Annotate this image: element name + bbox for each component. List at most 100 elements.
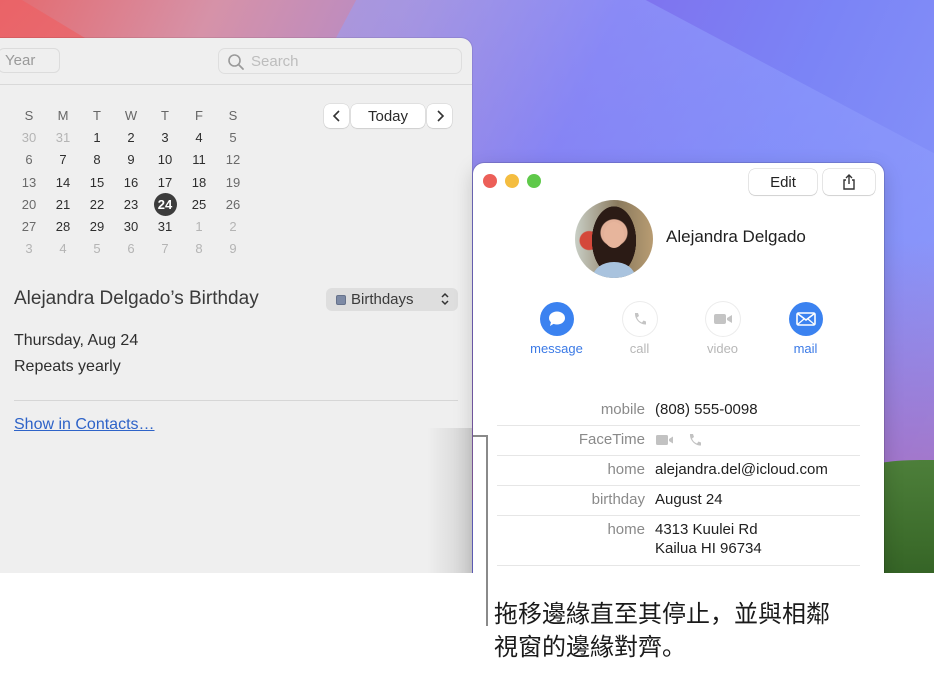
- weekday-header: F: [195, 107, 203, 123]
- day-number: 4: [195, 129, 203, 145]
- callout-line-vertical: [486, 435, 488, 626]
- calendar-name: Birthdays: [351, 291, 414, 308]
- edit-button[interactable]: Edit: [749, 169, 817, 195]
- event-repeat: Repeats yearly: [14, 358, 121, 375]
- today-button[interactable]: Today: [351, 104, 425, 128]
- day-cell-selected[interactable]: 24: [148, 192, 182, 216]
- desktop-wallpaper: Year Search SMTWTFS 30 31 1 2 3 4 5 6 7 8 9 10 11 12 1…: [0, 0, 934, 573]
- day-cell[interactable]: 2: [216, 219, 250, 234]
- day-cell[interactable]: 7: [46, 152, 80, 167]
- day-cell[interactable]: 14: [46, 175, 80, 190]
- call-action[interactable]: call: [598, 302, 681, 356]
- day-number: 14: [55, 174, 71, 190]
- day-cell[interactable]: 27: [12, 219, 46, 234]
- previous-button[interactable]: [324, 104, 349, 128]
- day-number: 24: [153, 192, 177, 216]
- day-cell[interactable]: 18: [182, 175, 216, 190]
- day-cell[interactable]: 21: [46, 197, 80, 212]
- day-cell[interactable]: 6: [114, 241, 148, 256]
- weekday-header: S: [228, 107, 238, 123]
- weekday-header: T: [161, 107, 169, 123]
- day-cell[interactable]: 23: [114, 197, 148, 212]
- field-value[interactable]: alejandra.del@icloud.com: [655, 460, 828, 479]
- calendar-popup-button[interactable]: Birthdays: [326, 288, 458, 311]
- day-cell[interactable]: 7: [148, 241, 182, 256]
- day-cell[interactable]: 1: [182, 219, 216, 234]
- phone-icon: [634, 313, 646, 325]
- day-cell[interactable]: 8: [80, 152, 114, 167]
- day-cell[interactable]: 30: [114, 219, 148, 234]
- day-cell[interactable]: 2: [114, 130, 148, 145]
- day-cell[interactable]: 6: [12, 152, 46, 167]
- day-cell[interactable]: 4: [182, 130, 216, 145]
- facetime-audio-icon[interactable]: [687, 432, 703, 448]
- facetime-video-icon[interactable]: [655, 433, 675, 447]
- field-value[interactable]: (808) 555-0098: [655, 400, 758, 419]
- day-cell[interactable]: 3: [12, 241, 46, 256]
- day-cell[interactable]: 15: [80, 175, 114, 190]
- day-cell[interactable]: 5: [80, 241, 114, 256]
- day-cell[interactable]: 9: [216, 241, 250, 256]
- week-row: 30 31 1 2 3 4 5: [12, 126, 250, 148]
- weekday-header: S: [24, 107, 34, 123]
- day-cell[interactable]: 4: [46, 241, 80, 256]
- day-cell[interactable]: 22: [80, 197, 114, 212]
- close-button[interactable]: [483, 174, 497, 188]
- day-cell[interactable]: 31: [46, 130, 80, 145]
- day-number: 8: [93, 152, 101, 168]
- day-number: 20: [21, 196, 37, 212]
- share-button[interactable]: [823, 169, 875, 195]
- day-cell[interactable]: 9: [114, 152, 148, 167]
- day-number: 18: [191, 174, 207, 190]
- day-cell[interactable]: 12: [216, 152, 250, 167]
- day-cell[interactable]: 26: [216, 197, 250, 212]
- next-button[interactable]: [427, 104, 452, 128]
- day-number: 5: [93, 241, 101, 257]
- day-cell[interactable]: 30: [12, 130, 46, 145]
- day-cell[interactable]: 28: [46, 219, 80, 234]
- avatar-shoulders: [593, 262, 635, 278]
- day-cell[interactable]: 19: [216, 175, 250, 190]
- search-field[interactable]: Search: [218, 48, 462, 74]
- day-cell[interactable]: 16: [114, 175, 148, 190]
- day-cell[interactable]: 31: [148, 219, 182, 234]
- day-cell[interactable]: 8: [182, 241, 216, 256]
- day-number: 28: [55, 219, 71, 235]
- week-row: 13 14 15 16 17 18 19: [12, 171, 250, 193]
- mail-action[interactable]: mail: [764, 302, 847, 356]
- action-label: message: [530, 341, 583, 356]
- minimize-button[interactable]: [505, 174, 519, 188]
- day-cell[interactable]: 13: [12, 175, 46, 190]
- show-in-contacts-link[interactable]: Show in Contacts…: [14, 416, 155, 434]
- day-cell[interactable]: 10: [148, 152, 182, 167]
- day-number: 3: [161, 129, 169, 145]
- day-cell[interactable]: 5: [216, 130, 250, 145]
- day-cell[interactable]: 11: [182, 152, 216, 167]
- video-action[interactable]: video: [681, 302, 764, 356]
- action-label: call: [629, 341, 650, 356]
- day-cell[interactable]: 17: [148, 175, 182, 190]
- field-value: August 24: [655, 491, 723, 508]
- day-cell[interactable]: 20: [12, 197, 46, 212]
- day-cell[interactable]: 1: [80, 130, 114, 145]
- day-cell[interactable]: 25: [182, 197, 216, 212]
- divider: [14, 400, 458, 401]
- zoom-button[interactable]: [527, 174, 541, 188]
- day-cell[interactable]: 29: [80, 219, 114, 234]
- day-cell[interactable]: 3: [148, 130, 182, 145]
- day-number: 12: [225, 152, 241, 168]
- mail-icon: [795, 312, 816, 326]
- day-number: 1: [93, 129, 101, 145]
- day-number: 6: [25, 152, 33, 168]
- day-number: 6: [127, 241, 135, 257]
- view-year-button[interactable]: Year: [0, 48, 60, 73]
- contact-name: Alejandra Delgado: [666, 227, 806, 246]
- search-icon: [228, 54, 244, 70]
- event-title: Alejandra Delgado’s Birthday: [14, 288, 259, 309]
- weekday-header-row: SMTWTFS: [12, 104, 250, 126]
- day-number: 30: [123, 219, 139, 235]
- message-action[interactable]: message: [515, 302, 598, 356]
- field-value[interactable]: 4313 Kuulei Rd Kailua HI 96734: [655, 520, 762, 558]
- day-number: 31: [55, 129, 71, 145]
- day-number: 31: [157, 219, 173, 235]
